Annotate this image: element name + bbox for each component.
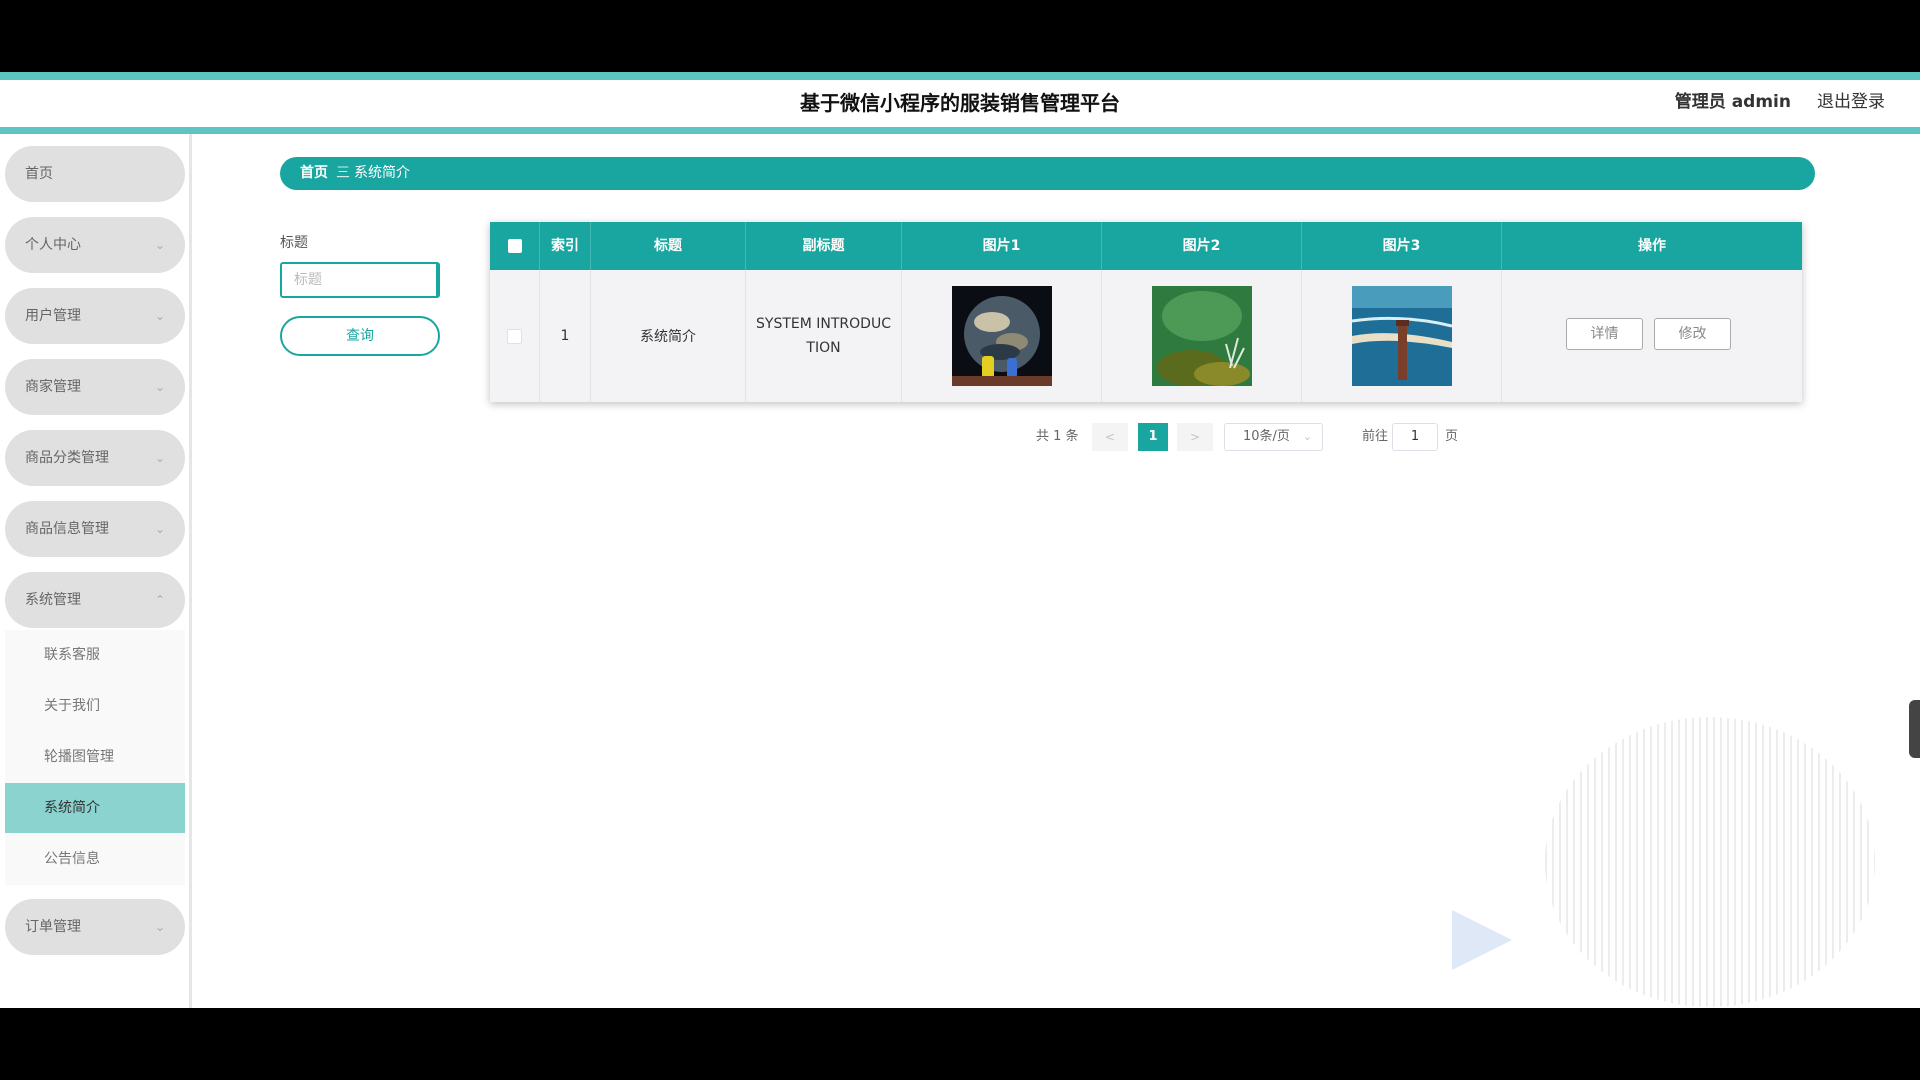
watermark-overlay (1545, 717, 1875, 1007)
submenu-item-carousel[interactable]: 轮播图管理 (5, 732, 185, 782)
table-cell-index: 1 (540, 270, 591, 402)
edit-button[interactable]: 修改 (1654, 318, 1731, 350)
chevron-up-icon: ⌃ (154, 593, 165, 607)
sidebar-item-label: 用户管理 (25, 308, 81, 324)
chevron-down-icon: ⌄ (154, 522, 165, 536)
pagination: 共 1 条 < 1 > 10条/页 ⌄ 前往 1 页 (0, 423, 1920, 451)
sidebar-item-system[interactable]: 系统管理 ⌃ (5, 572, 185, 628)
pagination-total: 共 1 条 (1036, 429, 1079, 444)
title-filter-label: 标题 (280, 235, 308, 251)
lighthouse-thumbnail-image[interactable] (1351, 286, 1452, 386)
submenu-item-label: 轮播图管理 (44, 749, 114, 765)
page-unit-label: 页 (1445, 429, 1459, 444)
column-header-index[interactable]: 索引 (540, 222, 591, 270)
sidebar-item-products[interactable]: 商品信息管理 ⌄ (5, 501, 185, 557)
column-header-image1[interactable]: 图片1 (902, 222, 1102, 270)
breadcrumb-current: 系统简介 (354, 165, 410, 181)
chevron-down-icon: ⌄ (154, 309, 165, 323)
submenu-item-label: 联系客服 (44, 647, 100, 663)
select-all-checkbox[interactable] (507, 239, 522, 253)
submenu-item-notice[interactable]: 公告信息 (5, 834, 185, 884)
select-all-cell (490, 222, 540, 270)
column-header-title[interactable]: 标题 (591, 222, 746, 270)
user-role: 管理员 (1674, 92, 1726, 112)
table-cell-image1 (902, 270, 1102, 402)
title-search-input[interactable] (280, 262, 440, 298)
table-cell-image2 (1102, 270, 1302, 402)
submenu-item-about[interactable]: 关于我们 (5, 681, 185, 731)
submenu-item-label: 公告信息 (44, 851, 100, 867)
column-header-image2[interactable]: 图片2 (1102, 222, 1302, 270)
sidebar-item-orders[interactable]: 订单管理 ⌄ (5, 899, 185, 955)
sidebar-item-label: 个人中心 (25, 237, 81, 253)
submenu-item-label: 系统简介 (44, 800, 100, 816)
subtitle-text: SYSTEM INTRODUCTION (756, 316, 891, 356)
pagination-next-button[interactable]: > (1177, 423, 1213, 451)
current-user: 管理员 admin (1675, 80, 1791, 125)
table-header: 索引 标题 副标题 图片1 图片2 图片3 操作 (490, 222, 1802, 270)
app-screen: 基于微信小程序的服装销售管理平台 管理员 admin 退出登录 首页 个人中心 … (0, 72, 1920, 1008)
pagination-page-1[interactable]: 1 (1138, 423, 1168, 451)
sidebar-item-users[interactable]: 用户管理 ⌄ (5, 288, 185, 344)
chevron-down-icon: ⌄ (1302, 430, 1312, 443)
submenu-item-intro[interactable]: 系统简介 (5, 783, 185, 833)
page-size-select[interactable]: 10条/页 ⌄ (1224, 423, 1323, 451)
row-checkbox[interactable] (507, 328, 522, 344)
data-table: 索引 标题 副标题 图片1 图片2 图片3 操作 1 系统简介 SYSTEM I… (490, 222, 1802, 402)
column-header-actions: 操作 (1638, 238, 1666, 254)
header: 基于微信小程序的服装销售管理平台 管理员 admin 退出登录 (0, 80, 1920, 127)
sidebar-item-label: 商家管理 (25, 379, 81, 395)
chevron-down-icon: ⌄ (154, 380, 165, 394)
app-title: 基于微信小程序的服装销售管理平台 (800, 91, 1120, 115)
sidebar-item-label: 商品信息管理 (25, 521, 109, 537)
sidebar: 首页 个人中心 ⌄ 用户管理 ⌄ 商家管理 ⌄ 商品分类管理 ⌄ 商品信息管理 … (0, 134, 192, 1008)
sidebar-item-home[interactable]: 首页 (5, 146, 185, 202)
goto-page-input[interactable]: 1 (1392, 423, 1438, 451)
column-header-image3[interactable]: 图片3 (1302, 222, 1502, 270)
sidebar-item-label: 系统管理 (25, 592, 81, 608)
sidebar-item-label: 首页 (25, 166, 53, 182)
table-cell-actions (1502, 270, 1802, 402)
table-cell-subtitle: SYSTEM INTRODUCTION (746, 270, 902, 402)
sidebar-item-profile[interactable]: 个人中心 ⌄ (5, 217, 185, 273)
user-name: admin (1731, 92, 1791, 112)
header-divider (0, 127, 1920, 134)
table-cell-image3 (1302, 270, 1502, 402)
breadcrumb-separator: 三 (336, 165, 350, 181)
system-submenu: 联系客服 关于我们 轮播图管理 系统简介 公告信息 (5, 630, 185, 885)
search-button[interactable]: 查询 (280, 316, 440, 356)
chevron-down-icon: ⌄ (154, 920, 165, 934)
pagination-prev-button[interactable]: < (1092, 423, 1128, 451)
submenu-item-contact[interactable]: 联系客服 (5, 630, 185, 680)
breadcrumb-home[interactable]: 首页 (300, 157, 328, 190)
breadcrumb: 首页 三 系统简介 (280, 157, 1815, 190)
goto-label: 前往 (1362, 429, 1389, 444)
submenu-item-label: 关于我们 (44, 698, 100, 714)
logout-link[interactable]: 退出登录 (1817, 80, 1885, 125)
top-accent-stripe (0, 72, 1920, 80)
side-panel-handle[interactable] (1909, 700, 1920, 758)
sidebar-item-label: 订单管理 (25, 919, 81, 935)
page-size-value: 10条/页 (1243, 429, 1290, 444)
earth-thumbnail-image[interactable] (951, 286, 1052, 386)
table-row-select-cell (490, 270, 540, 402)
sidebar-item-merchants[interactable]: 商家管理 ⌄ (5, 359, 185, 415)
column-header-subtitle[interactable]: 副标题 (746, 222, 902, 270)
plant-thumbnail-image[interactable] (1151, 286, 1252, 386)
table-cell-title: 系统简介 (591, 270, 746, 402)
detail-button[interactable]: 详情 (1566, 318, 1643, 350)
watermark-play-icon (1452, 910, 1512, 970)
chevron-down-icon: ⌄ (154, 238, 165, 252)
